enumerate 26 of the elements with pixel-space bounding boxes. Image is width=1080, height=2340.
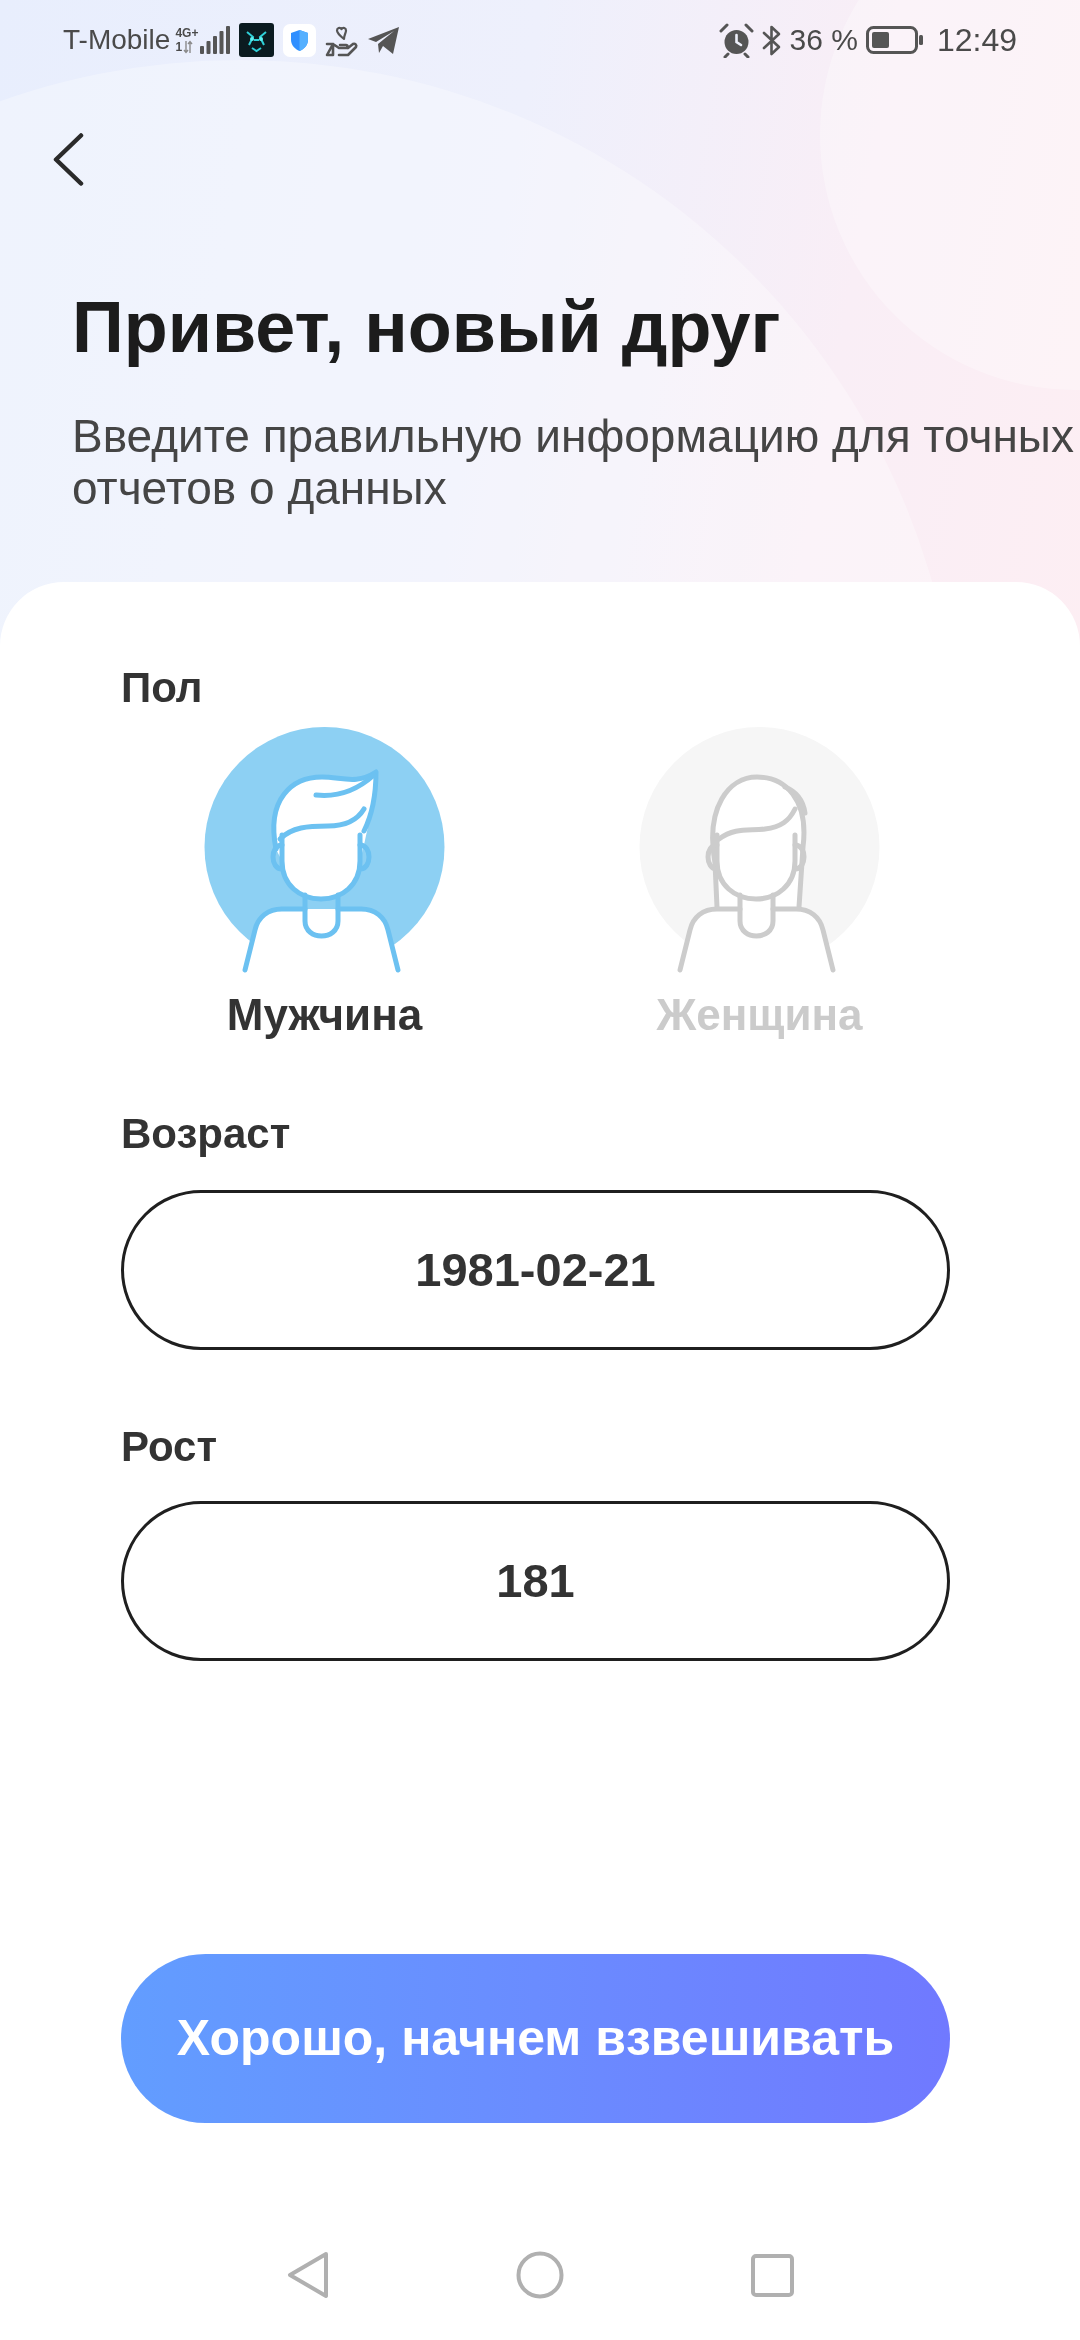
alarm-clock-icon [718, 22, 754, 58]
input-field[interactable]: 1981-02-21 [121, 1190, 950, 1350]
field-label: Возраст [121, 1111, 291, 1157]
input-field[interactable]: 181 [121, 1501, 950, 1661]
woman-avatar-icon [639, 727, 880, 973]
battery-icon [865, 26, 924, 54]
signal-icon [200, 26, 231, 54]
back-icon[interactable] [52, 133, 84, 186]
section-label: Пол [121, 665, 203, 711]
network-type: 4G+ [175, 26, 199, 40]
data-arrows-icon [183, 40, 194, 54]
man-avatar-icon [204, 727, 445, 973]
gender-option[interactable]: Мужчина [204, 727, 445, 1041]
field-label: Рост [121, 1424, 217, 1470]
page-title: Привет, новый друг [72, 286, 781, 369]
page-subtitle: Введите правильную информацию для точных отчетов о данных [72, 410, 1075, 514]
nav-back-icon[interactable] [286, 2251, 329, 2299]
status-time: 12:49 [936, 24, 1017, 56]
paper-plane-icon [367, 25, 401, 55]
battery-percent: 36 % [789, 25, 858, 55]
nav-home-icon[interactable] [515, 2251, 564, 2299]
bluetooth-icon [761, 23, 782, 57]
carrier-name: T-Mobile [63, 26, 171, 54]
app-icon [239, 23, 275, 57]
sim-number: 1 [175, 40, 183, 54]
nav-recents-icon[interactable] [750, 2253, 794, 2297]
